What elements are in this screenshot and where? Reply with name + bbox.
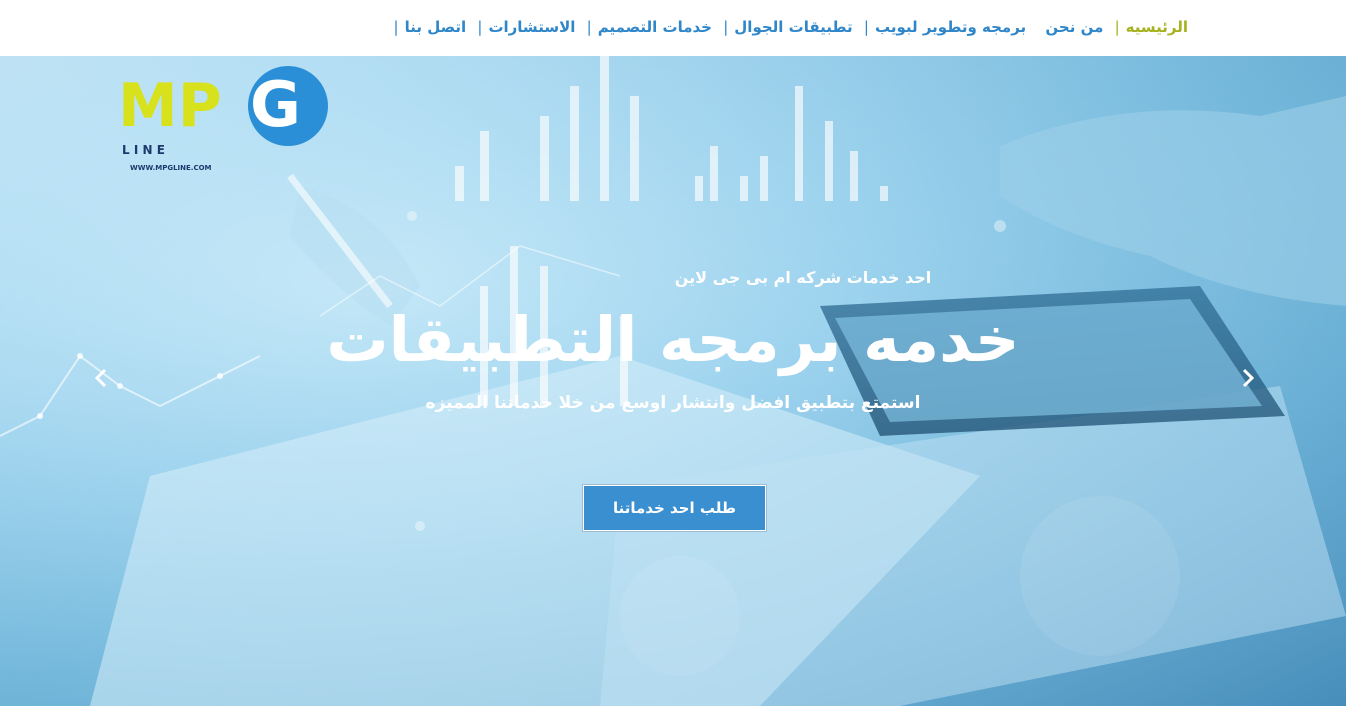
nav-separator: | bbox=[863, 18, 869, 36]
company-logo[interactable]: MP G L I N E WWW.MPGLINE.COM bbox=[118, 62, 328, 182]
nav-item-mobile-apps[interactable]: تطبيقات الجوال bbox=[734, 18, 852, 36]
hero-slider: MP G L I N E WWW.MPGLINE.COM احد خدمات ش… bbox=[0, 56, 1346, 706]
slider-next-button[interactable] bbox=[1238, 366, 1258, 390]
nav-item-design[interactable]: خدمات التصميم bbox=[598, 18, 712, 36]
logo-line-text: L I N E bbox=[122, 143, 165, 157]
hero-headline: خدمه برمجه التطبيقات bbox=[326, 303, 1020, 376]
nav-separator: | bbox=[723, 18, 729, 36]
nav-separator: | bbox=[1114, 18, 1120, 36]
request-service-button[interactable]: طلب احد خدماتنا bbox=[583, 485, 766, 531]
nav-separator: | bbox=[586, 18, 592, 36]
hero-subheading: استمتع بتطبيق افضل وانتشار اوسع من خلا خ… bbox=[425, 393, 921, 413]
chevron-right-icon bbox=[1242, 368, 1255, 388]
nav-item-contact[interactable]: اتصل بنا bbox=[405, 18, 467, 36]
chevron-left-icon bbox=[94, 368, 107, 388]
logo-g-text: G bbox=[250, 68, 301, 141]
nav-separator: | bbox=[477, 18, 483, 36]
slider-prev-button[interactable] bbox=[91, 366, 111, 390]
hero-kicker: احد خدمات شركه ام بى جى لاين bbox=[674, 268, 932, 287]
nav-item-web-dev[interactable]: برمجه وتطوير لبويب bbox=[875, 18, 1026, 36]
top-navigation: الرئيسيه | من نحن برمجه وتطوير لبويب | تطب… bbox=[0, 0, 1346, 56]
nav-item-consulting[interactable]: الاستشارات bbox=[488, 18, 575, 36]
nav-item-home[interactable]: الرئيسيه bbox=[1126, 18, 1188, 36]
nav-separator: | bbox=[393, 18, 399, 36]
nav-menu: الرئيسيه | من نحن برمجه وتطوير لبويب | تطب… bbox=[388, 18, 1188, 36]
logo-graphic: MP G L I N E WWW.MPGLINE.COM bbox=[118, 66, 328, 172]
logo-url-text: WWW.MPGLINE.COM bbox=[130, 164, 212, 172]
nav-item-about[interactable]: من نحن bbox=[1045, 18, 1103, 36]
logo-mp-text: MP bbox=[118, 71, 222, 141]
